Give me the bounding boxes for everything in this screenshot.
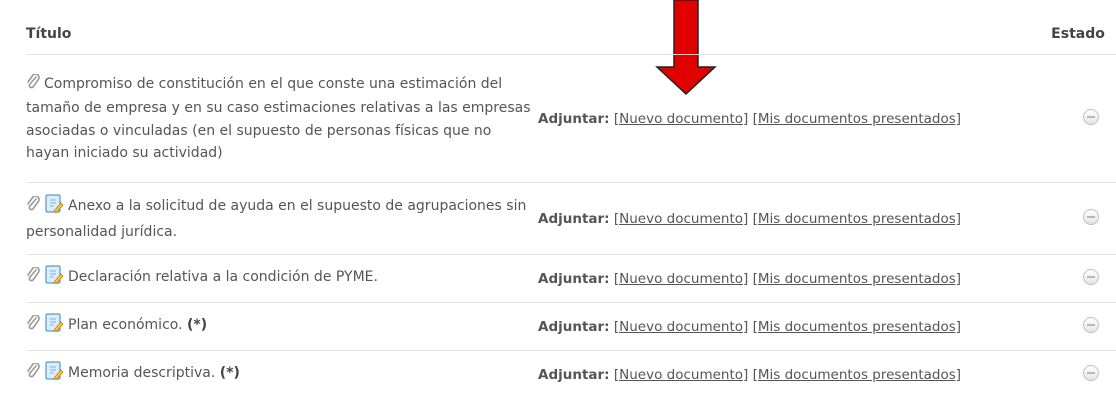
attach-label: Adjuntar: (538, 271, 610, 287)
new-document-link[interactable]: [Nuevo documento] (614, 211, 748, 227)
status-cell (1051, 183, 1116, 255)
column-header-titulo: Título (26, 18, 532, 55)
documents-table: Título Estado Compromiso de constitución… (26, 18, 1116, 398)
column-header-adjuntar (532, 18, 1051, 55)
column-header-estado: Estado (1051, 18, 1116, 55)
document-title: Compromiso de constitución en el que con… (26, 76, 531, 162)
status-pending-icon (1083, 109, 1099, 125)
table-row: Plan económico. (*) Adjuntar: [Nuevo doc… (26, 303, 1116, 351)
attach-label: Adjuntar: (538, 319, 610, 335)
document-title: Memoria descriptiva. (68, 365, 215, 381)
document-edit-icon[interactable] (44, 361, 64, 389)
document-title-cell: Plan económico. (*) (26, 303, 532, 351)
paperclip-icon (26, 267, 40, 291)
my-submitted-documents-link[interactable]: [Mis documentos presentados] (753, 319, 961, 335)
my-submitted-documents-link[interactable]: [Mis documentos presentados] (753, 111, 961, 127)
my-submitted-documents-link[interactable]: [Mis documentos presentados] (753, 211, 961, 227)
attach-label: Adjuntar: (538, 111, 610, 127)
status-cell (1051, 303, 1116, 351)
paperclip-icon (26, 74, 40, 98)
document-title-cell: Declaración relativa a la condición de P… (26, 255, 532, 303)
new-document-link[interactable]: [Nuevo documento] (614, 367, 748, 383)
paperclip-icon (26, 196, 40, 220)
table-header-row: Título Estado (26, 18, 1116, 55)
status-cell (1051, 351, 1116, 398)
document-title-cell: Anexo a la solicitud de ayuda en el supu… (26, 183, 532, 255)
document-edit-icon[interactable] (44, 313, 64, 341)
document-title: Anexo a la solicitud de ayuda en el supu… (26, 198, 526, 241)
document-edit-icon[interactable] (44, 194, 64, 222)
status-pending-icon (1083, 365, 1099, 381)
table-row: Declaración relativa a la condición de P… (26, 255, 1116, 303)
my-submitted-documents-link[interactable]: [Mis documentos presentados] (753, 367, 961, 383)
new-document-link[interactable]: [Nuevo documento] (614, 271, 748, 287)
my-submitted-documents-link[interactable]: [Mis documentos presentados] (753, 271, 961, 287)
document-title: Plan económico. (68, 317, 183, 333)
table-row: Compromiso de constitución en el que con… (26, 55, 1116, 183)
attach-label: Adjuntar: (538, 367, 610, 383)
status-pending-icon (1083, 317, 1099, 333)
required-mark: (*) (220, 365, 240, 381)
status-pending-icon (1083, 269, 1099, 285)
documents-panel: Título Estado Compromiso de constitución… (0, 0, 1116, 392)
status-pending-icon (1083, 209, 1099, 225)
attach-cell: Adjuntar: [Nuevo documento] [Mis documen… (532, 183, 1051, 255)
table-row: Memoria descriptiva. (*) Adjuntar: [Nuev… (26, 351, 1116, 398)
new-document-link[interactable]: [Nuevo documento] (614, 111, 748, 127)
status-cell (1051, 55, 1116, 183)
table-row: Anexo a la solicitud de ayuda en el supu… (26, 183, 1116, 255)
document-title: Declaración relativa a la condición de P… (68, 269, 378, 285)
paperclip-icon (26, 363, 40, 387)
paperclip-icon (26, 315, 40, 339)
document-edit-icon[interactable] (44, 265, 64, 293)
attach-cell: Adjuntar: [Nuevo documento] [Mis documen… (532, 303, 1051, 351)
document-title-cell: Compromiso de constitución en el que con… (26, 55, 532, 183)
attach-cell: Adjuntar: [Nuevo documento] [Mis documen… (532, 55, 1051, 183)
required-mark: (*) (187, 317, 207, 333)
attach-label: Adjuntar: (538, 211, 610, 227)
new-document-link[interactable]: [Nuevo documento] (614, 319, 748, 335)
document-title-cell: Memoria descriptiva. (*) (26, 351, 532, 398)
status-cell (1051, 255, 1116, 303)
attach-cell: Adjuntar: [Nuevo documento] [Mis documen… (532, 255, 1051, 303)
attach-cell: Adjuntar: [Nuevo documento] [Mis documen… (532, 351, 1051, 398)
